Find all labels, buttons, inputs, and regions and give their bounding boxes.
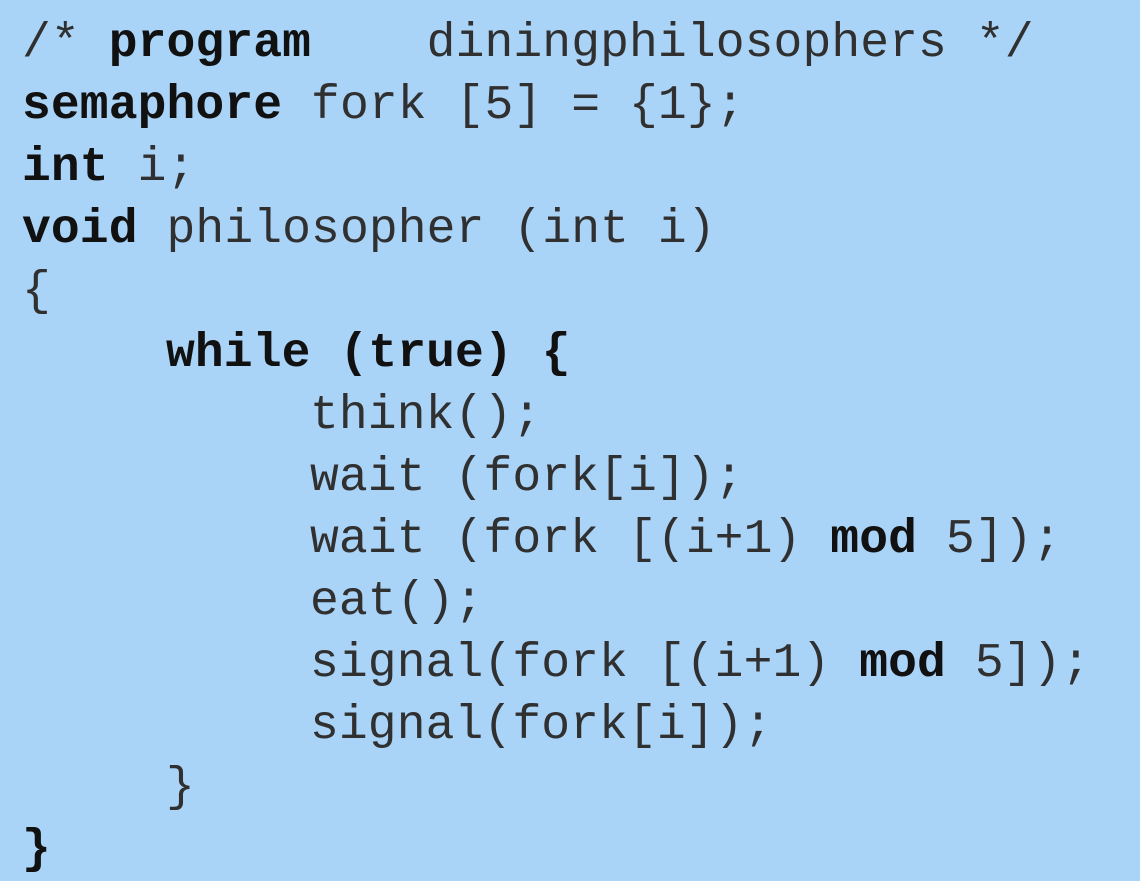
line-signal-left-fork: signal(fork[i]); [22,695,1140,757]
int-variable: i; [108,141,196,195]
keyword-int: int [22,141,109,195]
line-function-open-brace: { [22,261,1140,323]
think-call: think(); [310,389,542,443]
wait-right-fork-prefix: wait (fork [(i+1) [310,513,831,567]
wait-left-fork: wait (fork[i]); [310,451,744,505]
keyword-mod: mod [830,513,918,567]
signal-left-fork: signal(fork[i]); [310,699,773,753]
semaphore-array: fork [5] = {1}; [282,79,745,133]
keyword-program: program [108,17,312,71]
line-function-signature: void philosopher (int i) [22,199,1140,261]
line-int-declaration: int i; [22,137,1140,199]
line-while-close-brace: } [22,757,1140,819]
line-wait-right-fork: wait (fork [(i+1) mod 5]); [22,509,1140,571]
keyword-semaphore: semaphore [22,79,283,133]
signal-right-fork-suffix: 5]); [945,637,1091,691]
line-eat-call: eat(); [22,571,1140,633]
wait-right-fork-suffix: 5]); [917,513,1062,567]
program-name: diningphilosophers */ [311,17,1034,71]
function-close-brace: } [22,823,51,877]
line-while-loop: while (true) { [22,323,1140,385]
while-space [311,327,340,381]
keyword-while: while [166,327,311,381]
eat-call: eat(); [310,575,484,629]
code-listing: /* program diningphilosophers */ semapho… [0,0,1140,877]
line-semaphore-declaration: semaphore fork [5] = {1}; [22,75,1140,137]
line-wait-left-fork: wait (fork[i]); [22,447,1140,509]
comment-open: /* [22,17,109,71]
signal-right-fork-prefix: signal(fork [(i+1) [310,637,860,691]
while-condition: (true) { [339,327,571,381]
line-comment-program: /* program diningphilosophers */ [22,13,1140,75]
line-signal-right-fork: signal(fork [(i+1) mod 5]); [22,633,1140,695]
function-open-brace: { [22,265,51,319]
line-think-call: think(); [22,385,1140,447]
keyword-void: void [22,203,138,257]
line-function-close-brace: } [22,819,1140,881]
function-signature-text: philosopher (int i) [137,203,716,257]
keyword-mod-signal: mod [859,637,946,691]
while-close-brace: } [166,761,195,815]
